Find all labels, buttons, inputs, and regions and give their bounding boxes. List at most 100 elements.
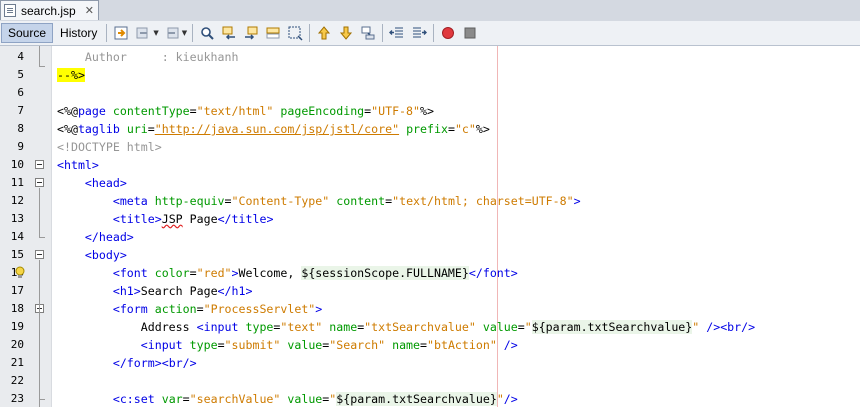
line-number: 18 [10,302,24,315]
code-token: var [161,392,183,406]
find-icon[interactable] [197,23,217,43]
code-token: taglib [77,122,120,136]
code-token: <html> [57,158,99,172]
code-token: > [573,194,581,208]
code-text: <title>JSP Page</title> [57,210,274,228]
code-token: > [315,302,323,316]
code-text: Address <input type="text" name="txtSear… [57,318,755,336]
code-token: "text/html; charset=UTF-8" [392,194,574,208]
toggle-bookmark-icon[interactable] [358,23,378,43]
back-dropdown-icon[interactable]: ▼ [153,29,158,37]
code-token: <c:set [112,392,155,406]
code-line[interactable]: 4 Author : kieukhanh [0,48,860,66]
previous-bookmark-icon[interactable] [314,23,334,43]
code-token: %> [475,122,490,136]
start-macro-recording-icon[interactable] [438,23,458,43]
fold-toggle-icon[interactable] [35,250,44,259]
code-line[interactable]: 8 <%@taglib uri="http://java.sun.com/jsp/… [0,120,860,138]
file-tab-search-jsp[interactable]: search.jsp ✕ [0,0,99,20]
code-token: prefix [406,122,448,136]
code-token: "txtSearchvalue" [364,320,476,334]
code-token: --%> [57,68,85,82]
back-icon[interactable] [133,23,153,43]
shift-right-icon[interactable] [409,23,429,43]
code-token: Page [182,212,218,226]
forward-icon[interactable] [162,23,182,43]
find-previous-icon[interactable] [219,23,239,43]
code-line[interactable]: 21 </form><br/> [0,354,860,372]
code-token: "c" [454,122,476,136]
code-text: </head> [57,228,134,246]
editor-tab-bar: search.jsp ✕ [0,0,860,22]
hint-lightbulb-icon[interactable] [15,265,25,279]
close-icon[interactable]: ✕ [85,4,94,17]
find-next-icon[interactable] [241,23,261,43]
line-number: 15 [10,248,24,261]
next-bookmark-icon[interactable] [336,23,356,43]
file-tab-title: search.jsp [21,3,76,18]
code-line[interactable]: 15 <body> [0,246,860,264]
code-token: "red" [196,266,232,280]
code-token: /> [503,338,518,352]
code-line[interactable]: 17 <h1>Search Page</h1> [0,282,860,300]
fold-toggle-icon[interactable] [35,178,44,187]
code-token: value [482,320,518,334]
toggle-rectangular-selection-icon[interactable] [285,23,305,43]
line-number: 23 [10,392,24,405]
code-line[interactable]: 11 <head> [0,174,860,192]
code-line[interactable]: 16 <font color="red">Welcome, ${sessionS… [0,264,860,282]
code-line[interactable]: 18 <form action="ProcessServlet"> [0,300,860,318]
code-token: <meta [112,194,148,208]
code-token: <title> [112,212,162,226]
code-line[interactable]: 7 <%@page contentType="text/html" pageEnc… [0,102,860,120]
code-token: name [392,338,421,352]
toolbar-separator [433,24,435,42]
code-token: <h1> [112,284,141,298]
code-token: <%@ [57,104,78,118]
code-line[interactable]: 14 </head> [0,228,860,246]
code-line[interactable]: 22 [0,372,860,390]
fold-toggle-icon[interactable] [35,160,44,169]
history-view-tab[interactable]: History [54,23,103,43]
line-number: 4 [17,50,24,63]
code-token: /> [706,320,721,334]
code-token: ${param.txtSearchvalue} [336,392,497,406]
code-line[interactable]: 19 Address <input type="text" name="txtS… [0,318,860,336]
line-number: 11 [10,176,24,189]
code-token: <!DOCTYPE html> [57,140,162,154]
last-edit-icon[interactable] [111,23,131,43]
toggle-highlight-icon[interactable] [263,23,283,43]
code-line[interactable]: 23 <c:set var="searchValue" value="${par… [0,390,860,408]
code-token: " [496,392,504,406]
code-line[interactable]: 12 <meta http-equiv="Content-Type" conte… [0,192,860,210]
code-token: JSP [161,212,183,226]
code-line[interactable]: 10 <html> [0,156,860,174]
stop-macro-recording-icon[interactable] [460,23,480,43]
code-line[interactable]: 20 <input type="submit" value="Search" n… [0,336,860,354]
code-line[interactable]: 5 --%> [0,66,860,84]
editor-toolbar: Source History ▼ ▼ [0,21,860,46]
code-token: > [231,266,239,280]
code-token: name [329,320,358,334]
line-number: 22 [10,374,24,387]
code-text: <body> [57,246,127,264]
source-view-tab[interactable]: Source [1,23,54,43]
line-number: 20 [10,338,24,351]
code-token: <br/> [720,320,756,334]
code-token: http-equiv [154,194,225,208]
code-token: color [154,266,190,280]
code-line[interactable]: 6 [0,84,860,102]
code-line[interactable]: 9 <!DOCTYPE html> [0,138,860,156]
code-text: <input type="submit" value="Search" name… [57,336,518,354]
code-token: <input [196,320,239,334]
code-token: "UTF-8" [371,104,421,118]
shift-left-icon[interactable] [387,23,407,43]
forward-dropdown-icon[interactable]: ▼ [182,29,187,37]
code-line[interactable]: 13 <title>JSP Page</title> [0,210,860,228]
line-number: 5 [17,68,24,81]
